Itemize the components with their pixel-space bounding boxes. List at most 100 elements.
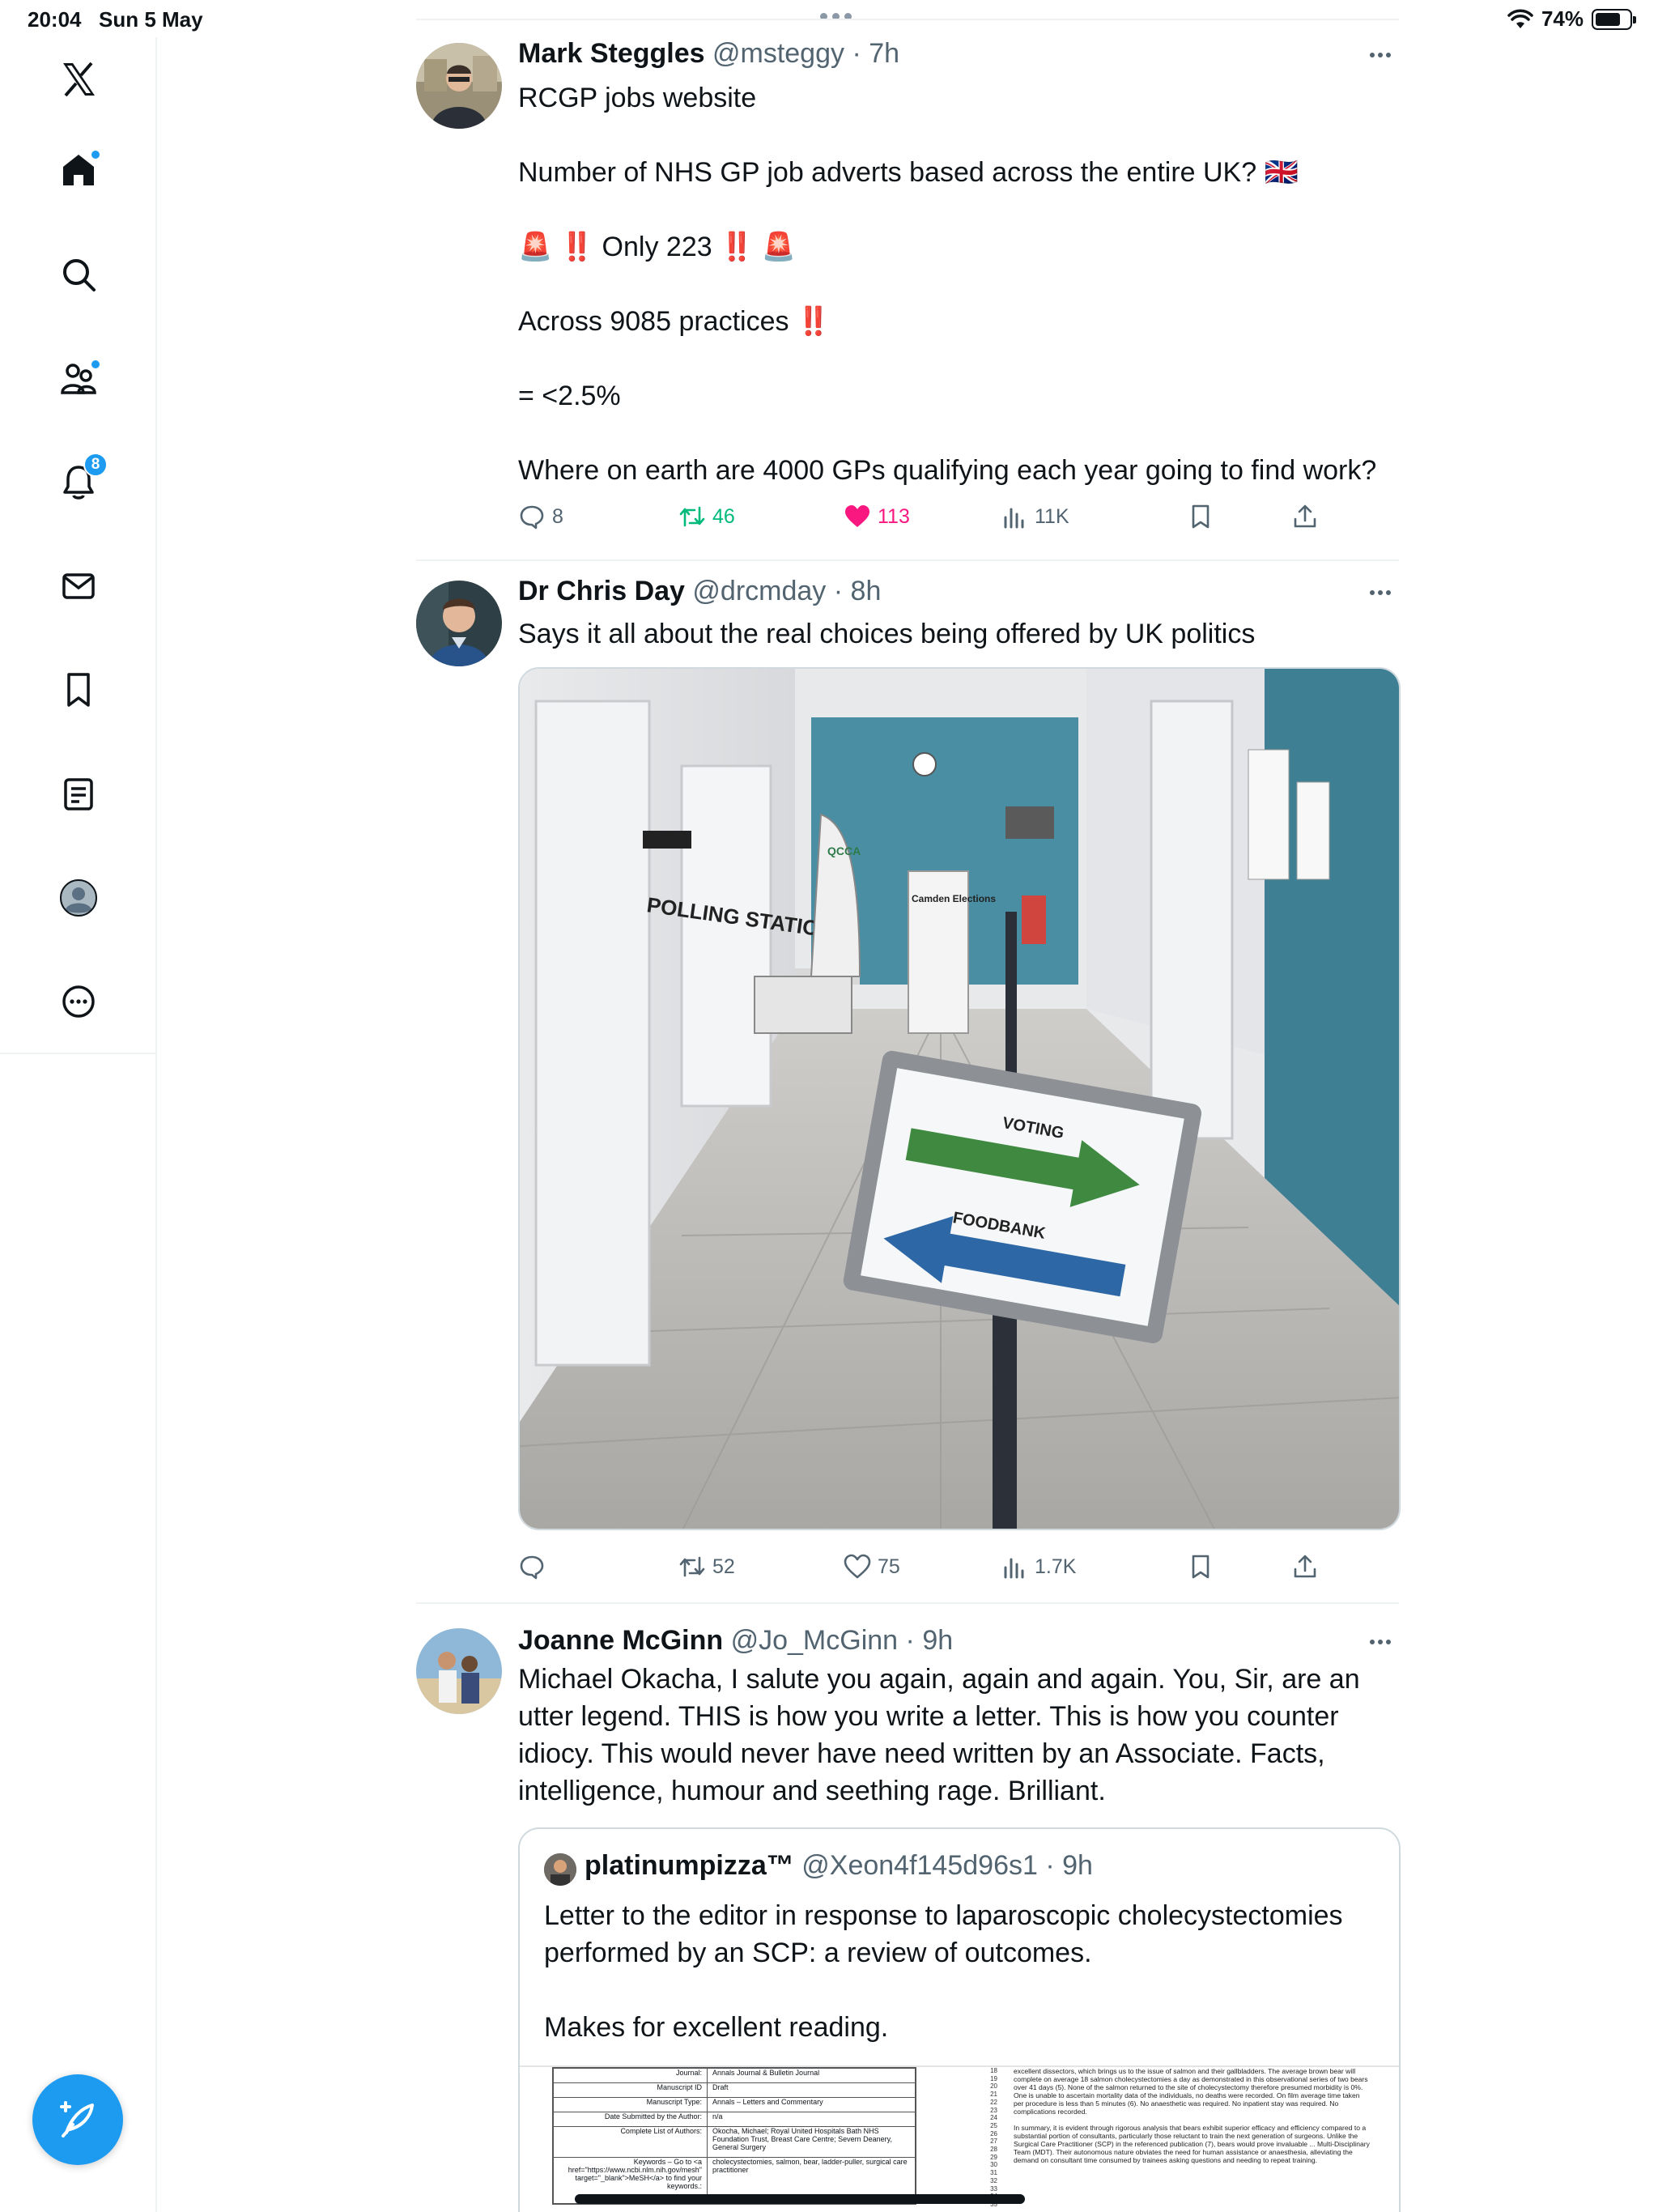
line-number: 27 <box>990 2138 997 2146</box>
compose-tweet-button[interactable] <box>32 2074 123 2165</box>
tweet-line <box>518 117 1401 154</box>
line-number: 23 <box>990 2106 997 2114</box>
tweet-line: RCGP jobs website <box>518 83 757 113</box>
like-button[interactable]: 113 <box>844 498 910 535</box>
view-count: 1.7K <box>1035 1555 1077 1578</box>
line-number: 20 <box>990 2082 997 2091</box>
line-number: 24 <box>990 2114 997 2122</box>
tweet-text: RCGP jobs website Number of NHS GP job a… <box>518 79 1401 489</box>
reply-button[interactable] <box>518 1548 552 1585</box>
handle[interactable]: @Jo_McGinn <box>731 1625 898 1656</box>
document-paragraph: In summary, it is evident through rigoro… <box>1014 2124 1370 2164</box>
share-icon <box>1294 504 1316 528</box>
avatar[interactable] <box>416 1628 502 1714</box>
share-button[interactable] <box>1291 498 1319 535</box>
timestamp[interactable]: 8h <box>851 576 882 606</box>
bookmarks-icon[interactable] <box>46 657 111 722</box>
handle[interactable]: @msteggy <box>712 38 844 69</box>
quoted-display-name[interactable]: platinumpizza™ <box>585 1850 794 1881</box>
tweet-2[interactable]: Dr Chris Day @drcmday · 8h Says it all a… <box>416 561 1401 1604</box>
tweet-text: Says it all about the real choices being… <box>518 615 1401 653</box>
tweet-line: Michael Okacha, I salute you again, agai… <box>518 1664 1360 1806</box>
retweet-button[interactable]: 46 <box>678 498 735 535</box>
tweet-header: Dr Chris Day @drcmday · 8h <box>518 576 881 607</box>
display-name[interactable]: Joanne McGinn <box>518 1625 723 1656</box>
retweet-icon <box>679 1556 705 1577</box>
quoted-tweet[interactable]: platinumpizza™ @Xeon4f145d96s1 · 9h Lett… <box>518 1827 1401 2212</box>
timestamp[interactable]: 7h <box>869 38 899 69</box>
display-name[interactable]: Mark Steggles <box>518 38 705 69</box>
quoted-handle[interactable]: @Xeon4f145d96s1 <box>801 1850 1038 1881</box>
tweet-line: 🚨 ‼️ Only 223 ‼️ 🚨 <box>518 232 797 262</box>
retweet-icon <box>679 506 705 527</box>
retweet-count: 46 <box>712 504 735 528</box>
quoted-document-image[interactable]: Journal: Annals Journal & Bulletin Journa… <box>520 2065 1399 2212</box>
line-number: 26 <box>990 2129 997 2138</box>
quoted-header: platinumpizza™ @Xeon4f145d96s1 · 9h <box>585 1850 1093 1882</box>
tweet-text: Michael Okacha, I salute you again, agai… <box>518 1661 1401 1810</box>
battery-percent: 74% <box>1541 6 1584 31</box>
tweet-line: = <2.5% <box>518 381 621 411</box>
avatar[interactable] <box>416 43 502 129</box>
views-chart-icon <box>1004 508 1024 529</box>
lists-icon[interactable] <box>46 762 111 827</box>
messages-envelope-icon[interactable] <box>46 554 111 619</box>
tweet-more-icon[interactable] <box>1370 590 1399 595</box>
bookmark-button[interactable] <box>1187 498 1214 535</box>
heart-outline-icon <box>844 1554 871 1579</box>
line-number: 31 <box>990 2169 997 2177</box>
tweet-line: Across 9085 practices ‼️ <box>518 306 831 337</box>
quoted-avatar[interactable] <box>544 1853 576 1886</box>
views-button[interactable]: 1.7K <box>1001 1548 1076 1585</box>
more-options-icon[interactable] <box>46 969 111 1034</box>
x-logo-icon[interactable] <box>46 47 111 112</box>
manuscript-value: Annals Journal & Bulletin Journal <box>712 2069 820 2077</box>
quoted-timestamp[interactable]: 9h <box>1062 1850 1093 1881</box>
home-unread-dot <box>90 149 101 160</box>
tweet-more-icon[interactable] <box>1370 53 1399 57</box>
camden-elections-text: Camden Elections <box>912 893 996 904</box>
status-time: 20:04 <box>28 7 82 32</box>
manuscript-label: Manuscript Type: <box>554 2098 708 2112</box>
manuscript-value: Annals – Letters and Commentary <box>712 2098 823 2106</box>
reply-count: 8 <box>552 504 563 528</box>
sidebar: 8 <box>0 37 157 2212</box>
status-date: Sun 5 May <box>99 7 203 32</box>
line-number: 33 <box>990 2184 997 2193</box>
handle[interactable]: @drcmday <box>692 576 826 606</box>
manuscript-value: Okocha, Michael; Royal United Hospitals … <box>712 2127 892 2151</box>
manuscript-label: Date Submitted by the Author: <box>554 2112 708 2126</box>
like-button[interactable]: 75 <box>844 1548 900 1585</box>
like-count: 113 <box>878 504 910 528</box>
manuscript-table: Journal: Annals Journal & Bulletin Journa… <box>552 2067 916 2205</box>
tweet-line <box>518 415 1401 452</box>
avatar[interactable] <box>416 581 502 666</box>
line-number: 18 <box>990 2067 997 2074</box>
document-paragraph: excellent dissectors, which brings us to… <box>1014 2067 1368 2116</box>
communities-unread-dot <box>90 359 101 370</box>
separator-dot: · <box>852 38 861 69</box>
views-button[interactable]: 11K <box>1001 498 1069 535</box>
tweet-more-icon[interactable] <box>1370 1640 1399 1644</box>
bookmark-icon <box>1192 1555 1209 1579</box>
timestamp[interactable]: 9h <box>922 1625 953 1656</box>
separator-dot: · <box>833 576 844 606</box>
tweet-photo-polling-station[interactable]: POLLING STATION QCCA Camden Elections VO… <box>518 667 1401 1530</box>
document-body: excellent dissectors, which brings us to… <box>1014 2067 1370 2164</box>
tweet-1[interactable]: Mark Steggles @msteggy · 7h RCGP jobs we… <box>416 20 1399 561</box>
reply-button[interactable]: 8 <box>518 498 563 535</box>
display-name[interactable]: Dr Chris Day <box>518 576 685 606</box>
share-button[interactable] <box>1291 1548 1319 1585</box>
compose-feather-icon <box>60 2101 94 2138</box>
communities-icon[interactable] <box>46 346 111 410</box>
notifications-bell-icon[interactable]: 8 <box>46 449 111 514</box>
bookmark-button[interactable] <box>1187 1548 1214 1585</box>
quoted-text: Letter to the editor in response to lapa… <box>544 1897 1378 2046</box>
profile-avatar-icon[interactable] <box>46 866 111 930</box>
notifications-badge: 8 <box>83 453 108 477</box>
line-numbers: 181920212223242526272829303132333435 <box>973 2067 997 2209</box>
retweet-button[interactable]: 52 <box>678 1548 735 1585</box>
home-icon[interactable] <box>46 138 111 202</box>
search-icon[interactable] <box>46 242 111 307</box>
tweet-3[interactable]: Joanne McGinn @Jo_McGinn · 9h Michael Ok… <box>416 1604 1401 2212</box>
